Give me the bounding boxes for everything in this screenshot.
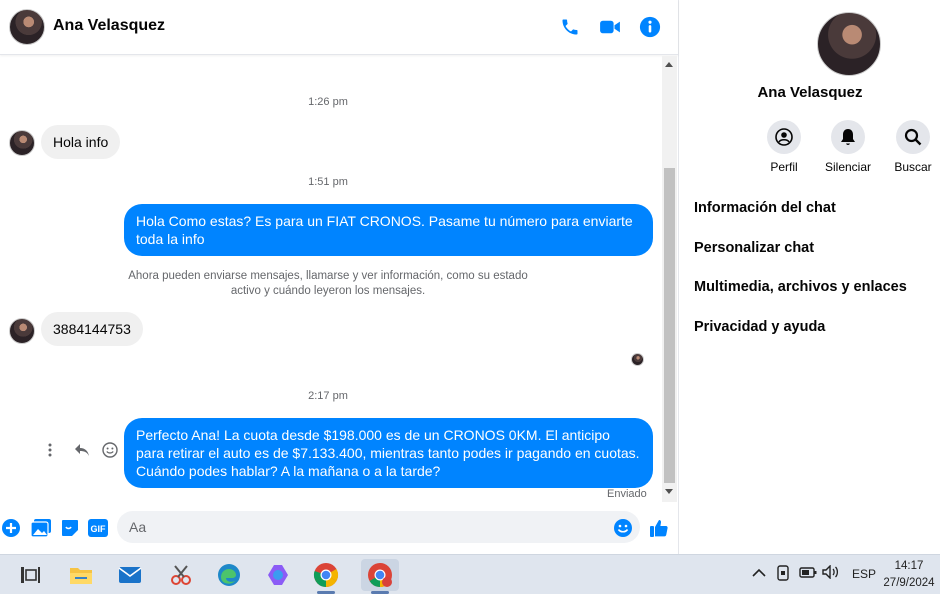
bell-icon[interactable]	[831, 120, 865, 154]
battery-icon[interactable]	[799, 566, 817, 581]
windows-taskbar: ESP 14:17 27/9/2024	[0, 554, 940, 594]
phone-icon[interactable]	[558, 15, 582, 39]
profile-icon[interactable]	[767, 120, 801, 154]
profile-label: Perfil	[770, 160, 798, 174]
menu-privacy-help[interactable]: Privacidad y ayuda	[694, 319, 825, 335]
emoji-icon[interactable]	[612, 517, 634, 539]
mute-label: Silenciar	[824, 160, 872, 174]
incoming-message[interactable]: Hola info	[41, 125, 121, 159]
file-explorer-icon[interactable]	[67, 561, 95, 589]
emoji-react-icon[interactable]	[102, 441, 118, 463]
scroll-down-arrow-icon[interactable]	[665, 489, 673, 494]
timestamp: 1:51 pm	[308, 176, 348, 188]
search-label: Buscar	[894, 160, 932, 174]
composer: GIF	[0, 502, 678, 554]
timestamp: 2:17 pm	[308, 390, 348, 402]
incoming-message[interactable]: 3884144753	[41, 312, 143, 346]
device-icon[interactable]	[776, 565, 790, 584]
copilot-icon[interactable]	[264, 561, 292, 589]
messenger-window: Ana Velasquez 1:26 pm Hola info 1:51 pm …	[0, 0, 940, 554]
sent-status: Enviado	[607, 488, 647, 500]
language-indicator[interactable]: ESP	[852, 567, 876, 581]
menu-media-files-links[interactable]: Multimedia, archivos y enlaces	[694, 279, 907, 295]
menu-customize-chat[interactable]: Personalizar chat	[694, 240, 814, 256]
clock-time: 14:17	[894, 560, 924, 572]
mute-action[interactable]: Silenciar	[813, 120, 883, 174]
plus-icon[interactable]	[0, 517, 22, 539]
chat-info-panel: Ana Velasquez Perfil Silenciar Buscar In…	[680, 0, 940, 554]
system-notice: Ahora pueden enviarse mensajes, llamarse…	[128, 270, 528, 297]
reply-icon[interactable]	[74, 443, 90, 462]
outgoing-message[interactable]: Hola Como estas? Es para un FIAT CRONOS.…	[124, 204, 653, 256]
system-clock[interactable]: 14:17 27/9/2024	[878, 558, 940, 592]
video-camera-icon[interactable]	[598, 15, 622, 39]
more-options-icon[interactable]	[48, 443, 52, 462]
scroll-up-arrow-icon[interactable]	[665, 62, 673, 67]
scrollbar[interactable]	[662, 56, 677, 502]
profile-name: Ana Velasquez	[757, 84, 863, 101]
clock-date: 27/9/2024	[883, 577, 935, 589]
search-icon[interactable]	[896, 120, 930, 154]
outgoing-message[interactable]: Perfecto Ana! La cuota desde $198.000 es…	[124, 418, 653, 488]
profile-photo[interactable]	[817, 12, 881, 76]
sticker-icon[interactable]	[59, 517, 81, 539]
contact-name[interactable]: Ana Velasquez	[53, 17, 165, 35]
edge-browser-icon[interactable]	[215, 561, 243, 589]
chat-pane: Ana Velasquez 1:26 pm Hola info 1:51 pm …	[0, 0, 679, 554]
mail-icon[interactable]	[116, 561, 144, 589]
message-input[interactable]	[117, 511, 640, 543]
read-receipt-avatar	[631, 353, 644, 366]
volume-icon[interactable]	[822, 564, 840, 582]
contact-avatar-small[interactable]	[9, 130, 35, 156]
task-view-icon[interactable]	[16, 561, 44, 589]
gif-icon[interactable]: GIF	[87, 517, 109, 539]
contact-avatar[interactable]	[9, 9, 45, 45]
svg-text:GIF: GIF	[91, 524, 107, 534]
chrome-icon[interactable]	[312, 561, 340, 589]
scroll-thumb[interactable]	[664, 168, 675, 483]
profile-action[interactable]: Perfil	[749, 120, 819, 174]
snipping-tool-icon[interactable]	[167, 561, 195, 589]
menu-chat-info[interactable]: Información del chat	[694, 200, 836, 216]
photo-icon[interactable]	[30, 517, 52, 539]
chrome-profile-icon[interactable]	[361, 559, 399, 591]
search-action[interactable]: Buscar	[878, 120, 940, 174]
info-icon[interactable]	[638, 15, 662, 39]
contact-avatar-small[interactable]	[9, 318, 35, 344]
show-hidden-icons-chevron-icon[interactable]	[752, 567, 766, 581]
timestamp: 1:26 pm	[308, 96, 348, 108]
thumbs-up-icon[interactable]	[648, 517, 670, 539]
message-list: 1:26 pm Hola info 1:51 pm Hola Como esta…	[0, 56, 662, 502]
message-actions	[48, 441, 118, 463]
chat-header: Ana Velasquez	[0, 0, 678, 55]
